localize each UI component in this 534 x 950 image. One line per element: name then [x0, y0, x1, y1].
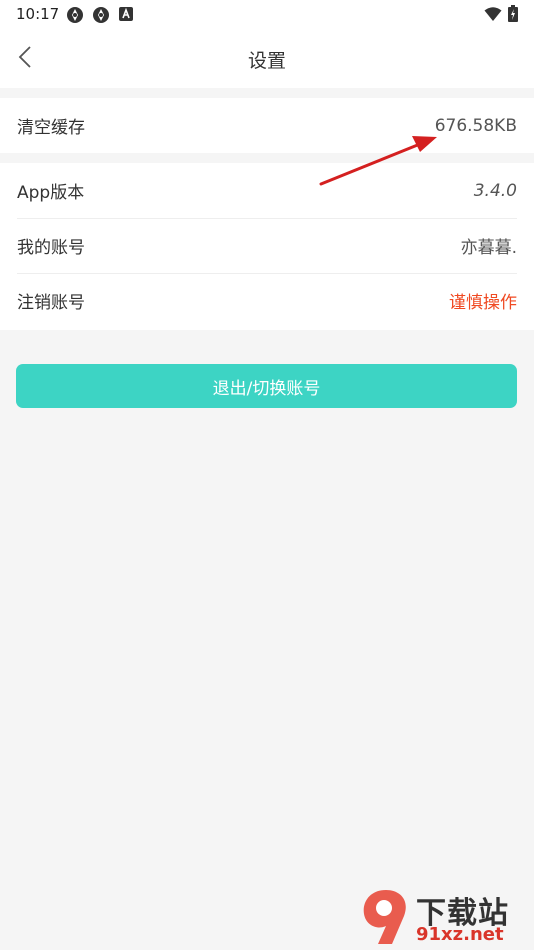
watermark-91-icon	[363, 890, 406, 944]
logout-switch-account-button[interactable]: 退出/切换账号	[16, 364, 517, 408]
cancel-account-row[interactable]: 注销账号 谨慎操作	[0, 273, 534, 328]
settings-group-account: App版本 3.4.0 我的账号 亦暮暮. 注销账号 谨慎操作	[0, 163, 534, 330]
watermark-logo: 下载站 91xz.net	[358, 886, 528, 946]
watermark-url: 91xz.net	[416, 924, 504, 945]
status-icons-left	[66, 6, 134, 28]
clear-cache-label: 清空缓存	[17, 118, 85, 138]
aperture-icon	[92, 6, 110, 28]
cancel-account-warning: 谨慎操作	[449, 293, 517, 313]
status-time: 10:17	[16, 5, 60, 23]
cache-size-value: 676.58KB	[434, 115, 517, 136]
nav-bar: 设置	[0, 30, 534, 88]
app-version-row: App版本 3.4.0	[0, 163, 534, 218]
settings-group-cache: 清空缓存 676.58KB	[0, 98, 534, 153]
clear-cache-row[interactable]: 清空缓存 676.58KB	[0, 98, 534, 153]
app-version-value: 3.4.0	[473, 180, 517, 201]
a-badge-icon	[118, 6, 134, 28]
wifi-icon	[484, 6, 502, 26]
app-version-label: App版本	[17, 183, 85, 203]
my-account-value: 亦暮暮.	[460, 238, 517, 258]
aperture-icon	[66, 6, 84, 28]
battery-icon	[508, 5, 518, 26]
my-account-label: 我的账号	[17, 238, 85, 258]
my-account-row[interactable]: 我的账号 亦暮暮.	[0, 218, 534, 273]
status-icons-right	[484, 5, 518, 26]
cancel-account-label: 注销账号	[17, 293, 85, 313]
status-bar: 10:17	[0, 0, 534, 30]
page-title: 设置	[247, 50, 286, 72]
